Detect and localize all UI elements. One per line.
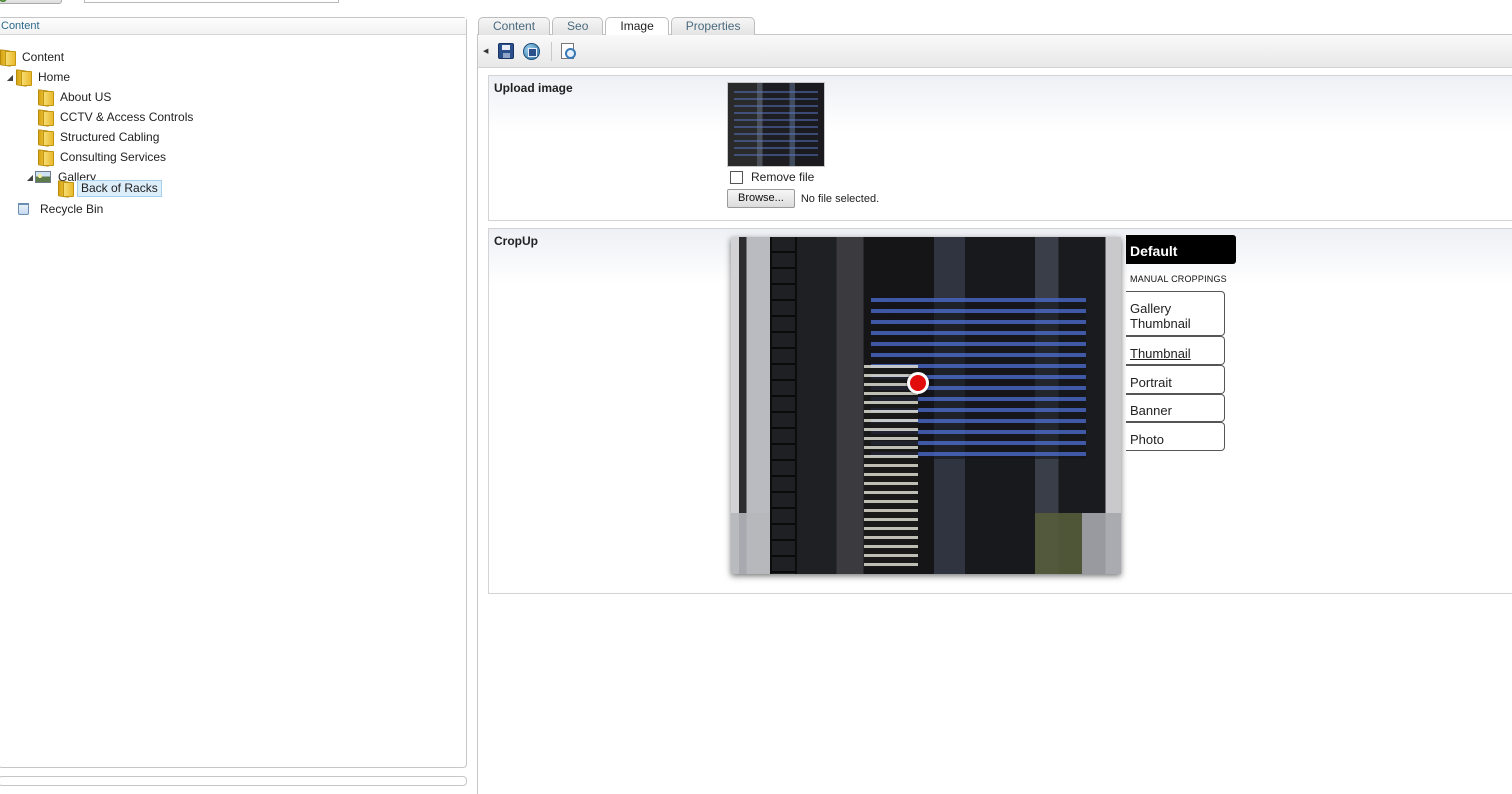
top-button[interactable]: [0, 0, 62, 4]
folder-icon: [37, 150, 54, 166]
upload-image-property: Upload image Remove file Browse... No fi…: [488, 75, 1512, 221]
folder-icon: [37, 110, 54, 126]
expand-arrow-icon[interactable]: ◢: [25, 173, 35, 182]
folder-icon: [57, 181, 74, 197]
tree-node-back-of-racks[interactable]: Back of Racks: [57, 179, 162, 197]
tree-node-about-us[interactable]: About US: [37, 88, 114, 106]
upload-image-label: Upload image: [494, 81, 573, 95]
cropup-property: CropUp Default MANUAL CROPPINGS Gallery …: [488, 228, 1512, 594]
tree-node-label[interactable]: Consulting Services: [57, 150, 169, 165]
folder-icon: [0, 50, 16, 66]
preview-icon[interactable]: [561, 43, 576, 59]
expand-arrow-icon[interactable]: ◢: [5, 73, 15, 82]
tree-node-content[interactable]: Content: [0, 48, 67, 66]
tab-image[interactable]: Image: [605, 17, 669, 36]
file-input-row: Browse... No file selected.: [727, 189, 879, 208]
folder-icon: [15, 70, 32, 86]
crop-item-label: Photo: [1130, 432, 1164, 447]
tree-node-recycle-bin[interactable]: Recycle Bin: [15, 200, 106, 218]
focal-point-marker[interactable]: [907, 372, 929, 394]
search-input[interactable]: [84, 0, 339, 3]
crop-item-label: Banner: [1130, 403, 1172, 418]
remove-file-label: Remove file: [751, 170, 815, 184]
cropup-label: CropUp: [494, 234, 538, 248]
tree-node-label[interactable]: Content: [19, 50, 67, 65]
tree-node-label[interactable]: Back of Racks: [77, 179, 162, 197]
crop-preview-image[interactable]: [731, 237, 1121, 574]
tree-node-cctv[interactable]: CCTV & Access Controls: [37, 108, 196, 126]
crop-item-portrait[interactable]: Portrait: [1126, 365, 1225, 394]
tab-content[interactable]: Content: [478, 17, 551, 35]
crop-item-gallery-thumbnail[interactable]: Gallery Thumbnail: [1126, 291, 1225, 336]
tree-node-label[interactable]: About US: [57, 90, 114, 105]
file-status: No file selected.: [800, 192, 880, 205]
toolbar-divider: [551, 42, 552, 61]
editor-tabs: Content Seo Image Properties: [478, 17, 756, 36]
uploaded-image-thumbnail[interactable]: [727, 82, 825, 167]
crop-item-label: Gallery Thumbnail: [1130, 301, 1191, 331]
tree-node-home[interactable]: ◢ Home: [5, 68, 73, 86]
tree-node-structured-cabling[interactable]: Structured Cabling: [37, 128, 162, 146]
crop-default-button[interactable]: Default: [1126, 235, 1236, 264]
content-tree-panel: Content Content ◢ Home About US CCTV & A…: [0, 17, 467, 768]
remove-file-checkbox[interactable]: [730, 170, 743, 184]
crop-item-thumbnail[interactable]: Thumbnail: [1126, 336, 1225, 365]
manual-croppings-heading: MANUAL CROPPINGS: [1130, 274, 1227, 284]
remove-file-row: Remove file: [730, 170, 814, 184]
folder-icon: [37, 90, 54, 106]
tree-header: Content: [0, 18, 466, 35]
crop-item-photo[interactable]: Photo: [1126, 422, 1225, 451]
crop-item-label: Portrait: [1130, 375, 1172, 390]
recycle-bin-icon: [18, 203, 29, 215]
folder-icon: [37, 130, 54, 146]
toolbar-collapse-icon[interactable]: ◀: [483, 47, 488, 55]
tree-node-label[interactable]: Home: [35, 70, 73, 85]
tab-seo[interactable]: Seo: [552, 17, 604, 35]
crop-item-banner[interactable]: Banner: [1126, 394, 1225, 422]
save-and-publish-icon[interactable]: [523, 43, 540, 60]
tree-node-label[interactable]: CCTV & Access Controls: [57, 110, 196, 125]
tree-node-consulting[interactable]: Consulting Services: [37, 148, 169, 166]
browse-button[interactable]: Browse...: [727, 189, 795, 208]
tab-properties[interactable]: Properties: [670, 17, 756, 35]
gallery-icon: [35, 171, 51, 183]
save-icon[interactable]: [498, 43, 514, 59]
crop-item-label: Thumbnail: [1130, 346, 1191, 361]
status-dot-icon: [0, 0, 7, 2]
tree-node-label[interactable]: Structured Cabling: [57, 130, 162, 145]
image-floor: [731, 513, 1121, 574]
editor-toolbar: ◀: [478, 35, 1512, 68]
left-bottom-panel: [0, 776, 467, 786]
tree-node-label[interactable]: Recycle Bin: [37, 202, 106, 217]
